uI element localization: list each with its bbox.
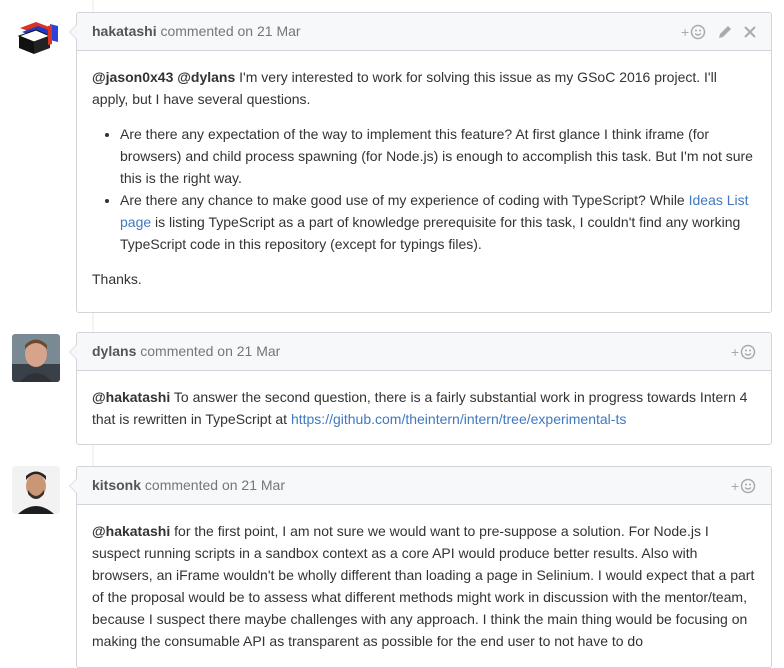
list-item-text: Are there any expectation of the way to … bbox=[120, 126, 753, 186]
avatar-dylans[interactable] bbox=[12, 334, 60, 382]
comment-intro: @jason0x43 @dylans I'm very interested t… bbox=[92, 66, 756, 110]
comment-body: @hakatashi To answer the second question… bbox=[77, 371, 771, 445]
comment-meta[interactable]: commented on 21 Mar bbox=[145, 477, 285, 493]
comment-meta[interactable]: commented on 21 Mar bbox=[140, 343, 280, 359]
comment-box: dylans commented on 21 Mar + @hakatashi … bbox=[69, 332, 772, 445]
comment-box: hakatashi commented on 21 Mar + @jason0x… bbox=[69, 12, 772, 313]
user-mention[interactable]: @jason0x43 bbox=[92, 69, 173, 85]
comment-author[interactable]: dylans bbox=[92, 343, 136, 359]
comment-closing: Thanks. bbox=[92, 271, 142, 287]
comment-header: dylans commented on 21 Mar + bbox=[77, 333, 771, 371]
comment-meta[interactable]: commented on 21 Mar bbox=[160, 23, 300, 39]
comment-body: @jason0x43 @dylans I'm very interested t… bbox=[77, 51, 771, 305]
list-item-text: is listing TypeScript as a part of knowl… bbox=[120, 214, 741, 252]
svg-text:+: + bbox=[731, 478, 739, 494]
close-icon[interactable] bbox=[743, 25, 757, 39]
comment-header: hakatashi commented on 21 Mar + bbox=[77, 13, 771, 51]
comment-body: @hakatashi for the first point, I am not… bbox=[77, 505, 771, 667]
comment-author[interactable]: kitsonk bbox=[92, 477, 141, 493]
add-reaction-icon[interactable]: + bbox=[731, 477, 757, 495]
comment-author[interactable]: hakatashi bbox=[92, 23, 157, 39]
user-mention[interactable]: @hakatashi bbox=[92, 389, 170, 405]
comment-text-body: for the first point, I am not sure we wo… bbox=[92, 523, 755, 649]
comment-text: @hakatashi To answer the second question… bbox=[92, 386, 756, 430]
comment-actions: + bbox=[731, 467, 757, 504]
list-item-text: Are there any chance to make good use of… bbox=[120, 192, 689, 208]
list-item: Are there any expectation of the way to … bbox=[120, 123, 756, 189]
avatar-image bbox=[14, 14, 62, 62]
add-reaction-icon[interactable]: + bbox=[681, 23, 707, 41]
pencil-icon[interactable] bbox=[717, 24, 733, 40]
question-list: Are there any expectation of the way to … bbox=[92, 123, 756, 255]
svg-text:+: + bbox=[681, 24, 689, 40]
avatar-image bbox=[12, 466, 60, 514]
comment-actions: + bbox=[681, 13, 757, 50]
user-mention[interactable]: @hakatashi bbox=[92, 523, 170, 539]
svg-text:+: + bbox=[731, 344, 739, 360]
comment-actions: + bbox=[731, 333, 757, 370]
list-item: Are there any chance to make good use of… bbox=[120, 189, 756, 255]
add-reaction-icon[interactable]: + bbox=[731, 343, 757, 361]
avatar-image bbox=[12, 334, 60, 382]
user-mention[interactable]: @dylans bbox=[177, 69, 235, 85]
avatar-hakatashi[interactable] bbox=[14, 14, 62, 62]
experimental-ts-link[interactable]: https://github.com/theintern/intern/tree… bbox=[291, 411, 626, 427]
comment-text: @hakatashi for the first point, I am not… bbox=[92, 520, 756, 652]
comment-box: kitsonk commented on 21 Mar + @hakatashi… bbox=[69, 466, 772, 668]
avatar-kitsonk[interactable] bbox=[12, 466, 60, 514]
comment-header: kitsonk commented on 21 Mar + bbox=[77, 467, 771, 505]
